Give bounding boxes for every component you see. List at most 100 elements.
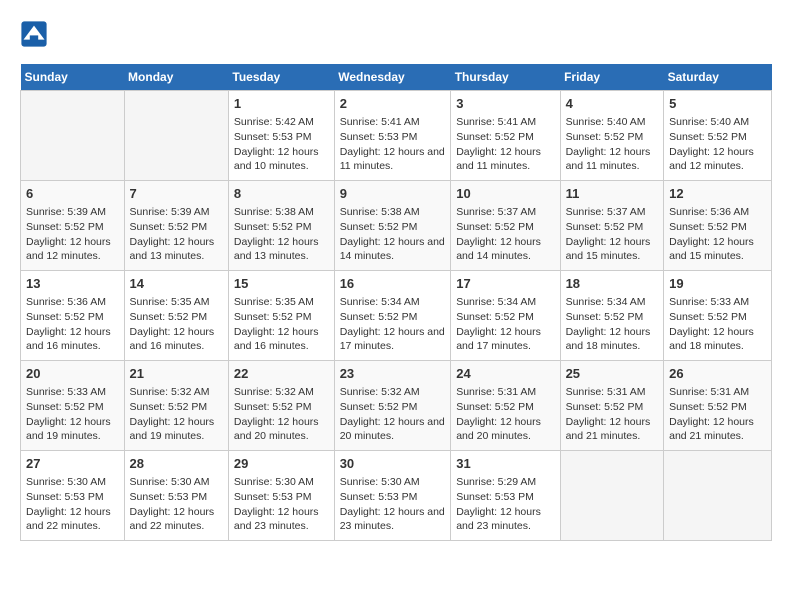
day-number: 28: [130, 455, 223, 473]
day-number: 14: [130, 275, 223, 293]
day-info: Sunrise: 5:30 AM Sunset: 5:53 PM Dayligh…: [26, 475, 119, 534]
day-cell: 11 Sunrise: 5:37 AM Sunset: 5:52 PM Dayl…: [560, 181, 664, 271]
day-number: 16: [340, 275, 446, 293]
week-row-2: 6 Sunrise: 5:39 AM Sunset: 5:52 PM Dayli…: [21, 181, 772, 271]
day-number: 1: [234, 95, 329, 113]
day-info: Sunrise: 5:36 AM Sunset: 5:52 PM Dayligh…: [26, 295, 119, 354]
day-info: Sunrise: 5:37 AM Sunset: 5:52 PM Dayligh…: [456, 205, 554, 264]
day-info: Sunrise: 5:29 AM Sunset: 5:53 PM Dayligh…: [456, 475, 554, 534]
day-cell: [664, 451, 772, 541]
day-info: Sunrise: 5:37 AM Sunset: 5:52 PM Dayligh…: [566, 205, 659, 264]
day-number: 8: [234, 185, 329, 203]
day-info: Sunrise: 5:30 AM Sunset: 5:53 PM Dayligh…: [130, 475, 223, 534]
week-row-3: 13 Sunrise: 5:36 AM Sunset: 5:52 PM Dayl…: [21, 271, 772, 361]
day-number: 15: [234, 275, 329, 293]
day-number: 9: [340, 185, 446, 203]
header-cell-thursday: Thursday: [451, 64, 560, 91]
day-number: 29: [234, 455, 329, 473]
day-cell: 18 Sunrise: 5:34 AM Sunset: 5:52 PM Dayl…: [560, 271, 664, 361]
day-info: Sunrise: 5:34 AM Sunset: 5:52 PM Dayligh…: [340, 295, 446, 354]
day-cell: 10 Sunrise: 5:37 AM Sunset: 5:52 PM Dayl…: [451, 181, 560, 271]
day-cell: 29 Sunrise: 5:30 AM Sunset: 5:53 PM Dayl…: [228, 451, 334, 541]
day-number: 21: [130, 365, 223, 383]
day-number: 31: [456, 455, 554, 473]
day-number: 10: [456, 185, 554, 203]
day-cell: 8 Sunrise: 5:38 AM Sunset: 5:52 PM Dayli…: [228, 181, 334, 271]
day-info: Sunrise: 5:35 AM Sunset: 5:52 PM Dayligh…: [130, 295, 223, 354]
page-header: [20, 20, 772, 48]
day-cell: 23 Sunrise: 5:32 AM Sunset: 5:52 PM Dayl…: [334, 361, 451, 451]
header-cell-sunday: Sunday: [21, 64, 125, 91]
day-number: 4: [566, 95, 659, 113]
day-info: Sunrise: 5:34 AM Sunset: 5:52 PM Dayligh…: [456, 295, 554, 354]
day-number: 2: [340, 95, 446, 113]
day-info: Sunrise: 5:33 AM Sunset: 5:52 PM Dayligh…: [26, 385, 119, 444]
day-cell: 5 Sunrise: 5:40 AM Sunset: 5:52 PM Dayli…: [664, 91, 772, 181]
day-cell: 12 Sunrise: 5:36 AM Sunset: 5:52 PM Dayl…: [664, 181, 772, 271]
day-number: 22: [234, 365, 329, 383]
day-info: Sunrise: 5:36 AM Sunset: 5:52 PM Dayligh…: [669, 205, 766, 264]
day-info: Sunrise: 5:39 AM Sunset: 5:52 PM Dayligh…: [130, 205, 223, 264]
day-info: Sunrise: 5:38 AM Sunset: 5:52 PM Dayligh…: [340, 205, 446, 264]
header-cell-saturday: Saturday: [664, 64, 772, 91]
header-row: SundayMondayTuesdayWednesdayThursdayFrid…: [21, 64, 772, 91]
day-number: 11: [566, 185, 659, 203]
day-number: 3: [456, 95, 554, 113]
day-info: Sunrise: 5:32 AM Sunset: 5:52 PM Dayligh…: [130, 385, 223, 444]
day-cell: 28 Sunrise: 5:30 AM Sunset: 5:53 PM Dayl…: [124, 451, 228, 541]
day-number: 24: [456, 365, 554, 383]
day-cell: 19 Sunrise: 5:33 AM Sunset: 5:52 PM Dayl…: [664, 271, 772, 361]
day-number: 5: [669, 95, 766, 113]
header-cell-tuesday: Tuesday: [228, 64, 334, 91]
logo-icon: [20, 20, 48, 48]
day-number: 20: [26, 365, 119, 383]
day-info: Sunrise: 5:41 AM Sunset: 5:53 PM Dayligh…: [340, 115, 446, 174]
day-info: Sunrise: 5:40 AM Sunset: 5:52 PM Dayligh…: [566, 115, 659, 174]
header-cell-wednesday: Wednesday: [334, 64, 451, 91]
day-number: 25: [566, 365, 659, 383]
day-number: 18: [566, 275, 659, 293]
day-info: Sunrise: 5:32 AM Sunset: 5:52 PM Dayligh…: [340, 385, 446, 444]
day-cell: [21, 91, 125, 181]
day-number: 7: [130, 185, 223, 203]
day-cell: 15 Sunrise: 5:35 AM Sunset: 5:52 PM Dayl…: [228, 271, 334, 361]
day-info: Sunrise: 5:32 AM Sunset: 5:52 PM Dayligh…: [234, 385, 329, 444]
day-cell: 13 Sunrise: 5:36 AM Sunset: 5:52 PM Dayl…: [21, 271, 125, 361]
day-cell: 26 Sunrise: 5:31 AM Sunset: 5:52 PM Dayl…: [664, 361, 772, 451]
week-row-4: 20 Sunrise: 5:33 AM Sunset: 5:52 PM Dayl…: [21, 361, 772, 451]
day-cell: 22 Sunrise: 5:32 AM Sunset: 5:52 PM Dayl…: [228, 361, 334, 451]
day-cell: 1 Sunrise: 5:42 AM Sunset: 5:53 PM Dayli…: [228, 91, 334, 181]
day-info: Sunrise: 5:31 AM Sunset: 5:52 PM Dayligh…: [456, 385, 554, 444]
day-cell: 7 Sunrise: 5:39 AM Sunset: 5:52 PM Dayli…: [124, 181, 228, 271]
day-info: Sunrise: 5:30 AM Sunset: 5:53 PM Dayligh…: [340, 475, 446, 534]
day-number: 23: [340, 365, 446, 383]
day-cell: 2 Sunrise: 5:41 AM Sunset: 5:53 PM Dayli…: [334, 91, 451, 181]
logo: [20, 20, 52, 48]
day-number: 12: [669, 185, 766, 203]
day-info: Sunrise: 5:34 AM Sunset: 5:52 PM Dayligh…: [566, 295, 659, 354]
day-cell: 9 Sunrise: 5:38 AM Sunset: 5:52 PM Dayli…: [334, 181, 451, 271]
day-cell: 3 Sunrise: 5:41 AM Sunset: 5:52 PM Dayli…: [451, 91, 560, 181]
day-cell: 24 Sunrise: 5:31 AM Sunset: 5:52 PM Dayl…: [451, 361, 560, 451]
day-info: Sunrise: 5:31 AM Sunset: 5:52 PM Dayligh…: [669, 385, 766, 444]
day-number: 6: [26, 185, 119, 203]
day-info: Sunrise: 5:31 AM Sunset: 5:52 PM Dayligh…: [566, 385, 659, 444]
day-cell: 14 Sunrise: 5:35 AM Sunset: 5:52 PM Dayl…: [124, 271, 228, 361]
day-info: Sunrise: 5:30 AM Sunset: 5:53 PM Dayligh…: [234, 475, 329, 534]
day-number: 30: [340, 455, 446, 473]
calendar-table: SundayMondayTuesdayWednesdayThursdayFrid…: [20, 64, 772, 541]
day-info: Sunrise: 5:41 AM Sunset: 5:52 PM Dayligh…: [456, 115, 554, 174]
day-cell: 17 Sunrise: 5:34 AM Sunset: 5:52 PM Dayl…: [451, 271, 560, 361]
day-cell: [124, 91, 228, 181]
day-info: Sunrise: 5:40 AM Sunset: 5:52 PM Dayligh…: [669, 115, 766, 174]
day-number: 13: [26, 275, 119, 293]
day-info: Sunrise: 5:33 AM Sunset: 5:52 PM Dayligh…: [669, 295, 766, 354]
day-number: 19: [669, 275, 766, 293]
day-cell: [560, 451, 664, 541]
day-cell: 4 Sunrise: 5:40 AM Sunset: 5:52 PM Dayli…: [560, 91, 664, 181]
day-info: Sunrise: 5:35 AM Sunset: 5:52 PM Dayligh…: [234, 295, 329, 354]
header-cell-friday: Friday: [560, 64, 664, 91]
day-number: 17: [456, 275, 554, 293]
day-cell: 30 Sunrise: 5:30 AM Sunset: 5:53 PM Dayl…: [334, 451, 451, 541]
day-cell: 16 Sunrise: 5:34 AM Sunset: 5:52 PM Dayl…: [334, 271, 451, 361]
